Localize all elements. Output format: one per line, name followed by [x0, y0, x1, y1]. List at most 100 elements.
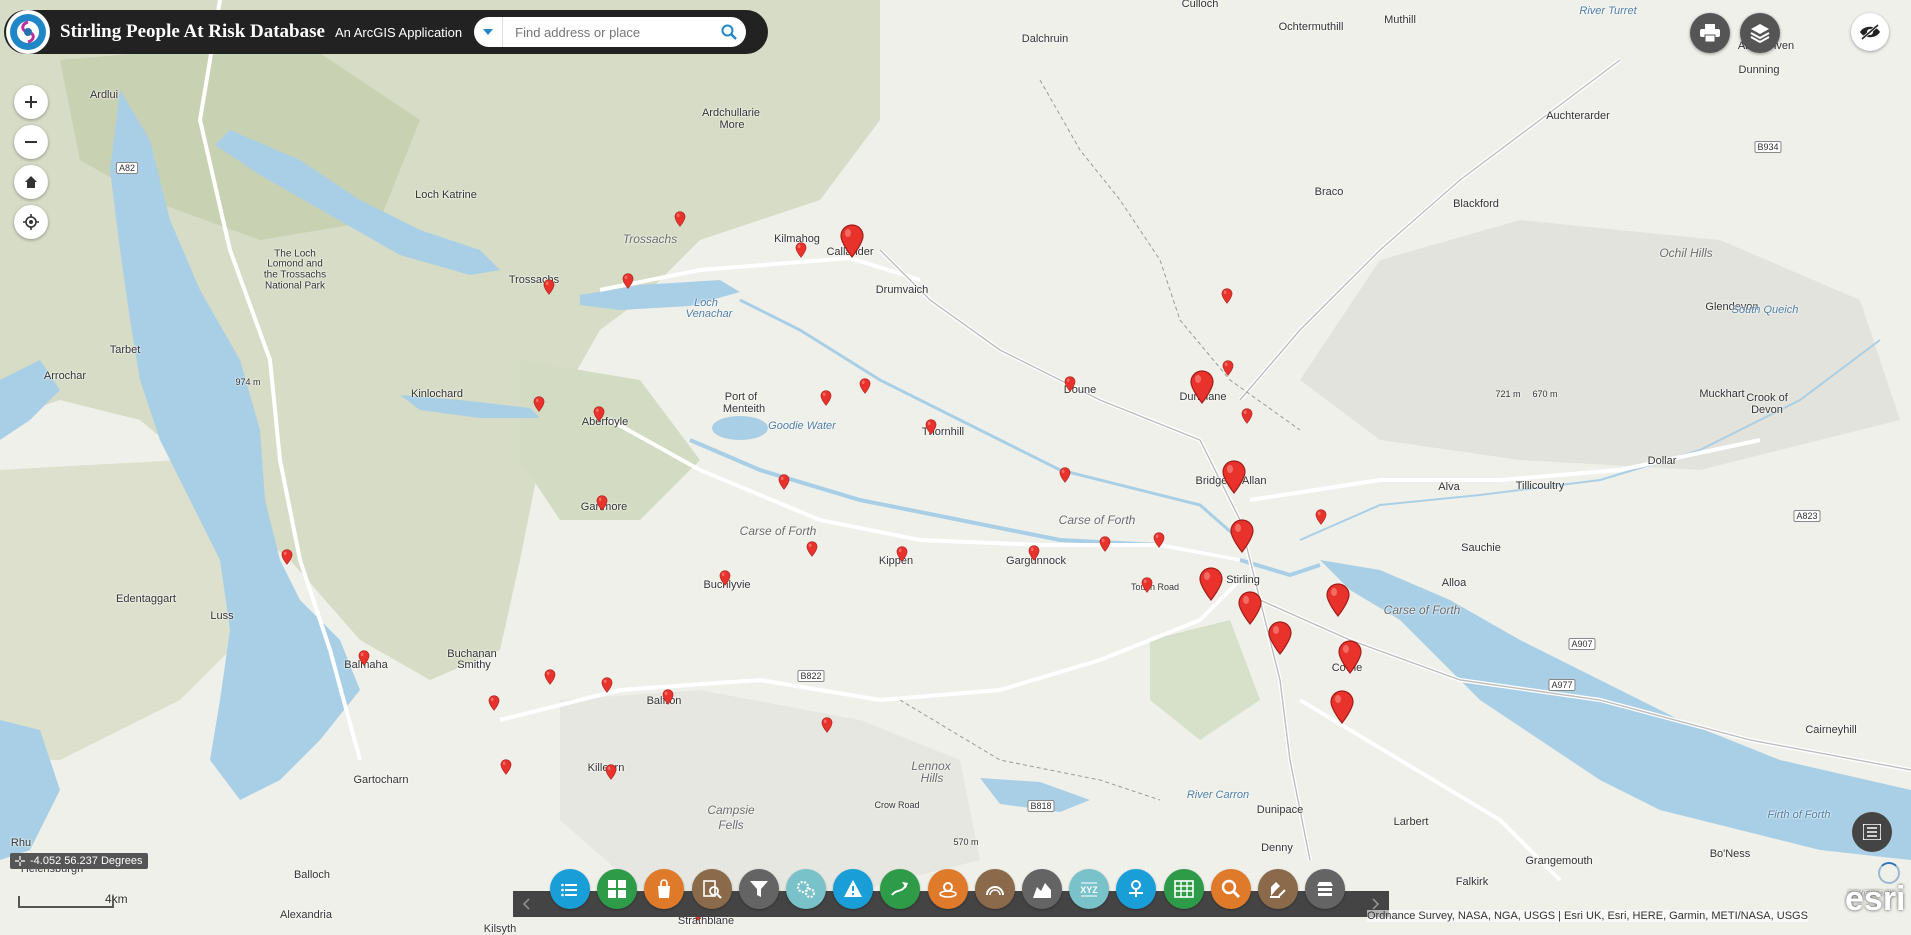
risk-marker-small[interactable] — [778, 474, 790, 495]
gears-icon — [796, 880, 815, 898]
risk-marker-large[interactable] — [1337, 640, 1363, 679]
risk-marker-small[interactable] — [1059, 467, 1071, 488]
incident-icon — [938, 882, 957, 898]
zoom-out-button[interactable] — [14, 125, 48, 159]
search-input[interactable] — [503, 19, 713, 45]
logo-icon — [17, 20, 39, 44]
layers-button[interactable] — [1740, 13, 1780, 53]
risk-marker-small[interactable] — [358, 650, 370, 671]
map-attribution: Ordnance Survey, NASA, NGA, USGS | Esri … — [1367, 910, 1808, 922]
place-label: Hills — [920, 771, 944, 785]
filter-tool[interactable] — [738, 869, 779, 909]
edit-tool[interactable] — [1258, 869, 1298, 909]
risk-marker-large[interactable] — [1189, 370, 1215, 409]
risk-marker-large[interactable] — [1325, 583, 1351, 622]
toolbar-prev-button[interactable] — [513, 891, 539, 917]
place-label: Port of — [724, 391, 758, 403]
warning-tool[interactable] — [833, 869, 874, 909]
risk-marker-small[interactable] — [795, 242, 807, 263]
risk-marker-small[interactable] — [533, 396, 545, 417]
risk-marker-small[interactable] — [820, 390, 832, 411]
risk-marker-small[interactable] — [1315, 509, 1327, 530]
risk-marker-small[interactable] — [719, 570, 731, 591]
coordinate-readout[interactable]: -4.052 56.237 Degrees — [10, 853, 148, 869]
risk-marker-small[interactable] — [1153, 532, 1165, 553]
map-pin-icon — [358, 650, 370, 666]
risk-marker-small[interactable] — [806, 541, 818, 562]
incident-tool[interactable] — [927, 869, 968, 909]
place-label: Edentaggart — [116, 593, 176, 605]
home-button[interactable] — [14, 165, 48, 199]
risk-marker-small[interactable] — [596, 495, 608, 516]
risk-marker-large[interactable] — [1237, 591, 1263, 630]
risk-marker-small[interactable] — [543, 279, 555, 300]
risk-marker-large[interactable] — [1229, 519, 1255, 558]
map-pin-icon — [1199, 567, 1223, 601]
place-label: Alva — [1438, 481, 1460, 493]
place-label: Drumvaich — [875, 284, 929, 296]
place-label: Touch Road — [1130, 582, 1180, 592]
risk-marker-small[interactable] — [281, 549, 293, 570]
risk-marker-small[interactable] — [544, 669, 556, 690]
legend-list-button[interactable] — [1852, 812, 1892, 852]
place-label: Smithy — [457, 659, 491, 671]
print-grid-tool[interactable] — [1305, 869, 1346, 909]
attribute-table-tool[interactable] — [1163, 869, 1204, 909]
place-label: Kilsyth — [483, 923, 517, 935]
print-button[interactable] — [1690, 13, 1730, 53]
risk-marker-small[interactable] — [1241, 408, 1253, 429]
risk-marker-small[interactable] — [622, 273, 634, 294]
basemap[interactable] — [0, 0, 1911, 930]
map-pin-icon — [674, 211, 686, 227]
risk-marker-small[interactable] — [674, 211, 686, 232]
place-label: Carse of Forth — [1383, 603, 1461, 617]
risk-marker-small[interactable] — [1141, 577, 1153, 598]
place-label: River Turret — [1579, 5, 1637, 17]
risk-marker-large[interactable] — [839, 224, 865, 263]
search-tool[interactable] — [1210, 869, 1251, 909]
map-pin-icon — [622, 273, 634, 289]
search-button[interactable] — [712, 17, 746, 47]
infographic-tool[interactable] — [974, 869, 1015, 909]
risk-marker-small[interactable] — [925, 419, 937, 440]
place-label: Venachar — [685, 308, 733, 320]
risk-marker-small[interactable] — [662, 689, 674, 710]
risk-marker-small[interactable] — [593, 406, 605, 427]
map-pin-icon — [1241, 408, 1253, 424]
map-pin-icon — [778, 474, 790, 490]
dashboard-tool[interactable] — [597, 869, 638, 909]
place-label: Crow Road — [874, 800, 920, 810]
place-label: Alexandria — [280, 909, 332, 921]
risk-marker-small[interactable] — [1064, 376, 1076, 397]
risk-marker-small[interactable] — [1099, 536, 1111, 557]
risk-marker-small[interactable] — [1222, 360, 1234, 381]
risk-marker-large[interactable] — [1267, 621, 1293, 660]
visibility-toggle-button[interactable] — [1851, 13, 1889, 51]
risk-marker-large[interactable] — [1198, 567, 1224, 606]
place-label: Tarbet — [109, 344, 141, 356]
zoom-in-button[interactable] — [14, 85, 48, 119]
pin-icon — [1129, 880, 1144, 897]
coordinate-tool[interactable]: XYZ — [1069, 869, 1110, 909]
layer-list-tool[interactable] — [550, 869, 590, 909]
locate-button[interactable] — [14, 205, 48, 239]
risk-marker-small[interactable] — [1221, 288, 1233, 309]
app-subtitle: An ArcGIS Application — [334, 24, 463, 40]
risk-marker-small[interactable] — [821, 717, 833, 738]
search-source-dropdown[interactable] — [474, 17, 504, 47]
grid-icon — [608, 880, 627, 898]
risk-marker-large[interactable] — [1221, 460, 1247, 499]
risk-marker-small[interactable] — [601, 677, 613, 698]
app-header: Stirling People At Risk Database An ArcG… — [4, 10, 768, 54]
query-tool[interactable] — [691, 869, 732, 909]
risk-marker-small[interactable] — [859, 378, 871, 399]
risk-marker-large[interactable] — [1329, 690, 1355, 729]
risk-marker-small[interactable] — [500, 759, 512, 780]
risk-marker-small[interactable] — [605, 764, 617, 785]
app-logo[interactable] — [6, 10, 50, 54]
risk-marker-small[interactable] — [1028, 545, 1040, 566]
elevation-tool[interactable] — [1022, 869, 1062, 909]
settings-tool[interactable] — [786, 869, 826, 909]
risk-marker-small[interactable] — [896, 546, 908, 567]
risk-marker-small[interactable] — [488, 695, 500, 716]
